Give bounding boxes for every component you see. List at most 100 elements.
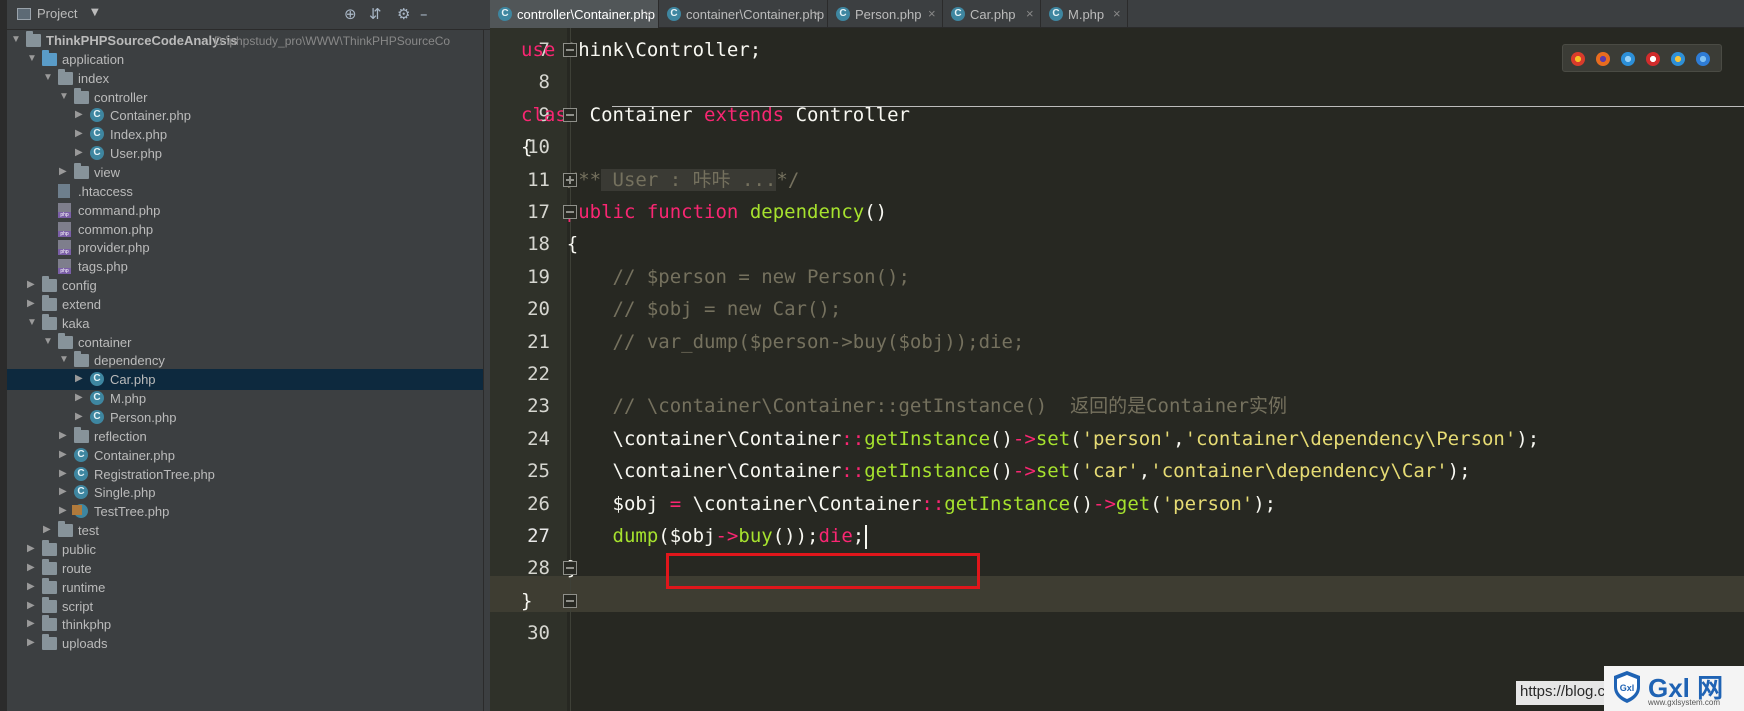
chevron-right-icon[interactable]: ▶ (59, 166, 67, 177)
chevron-right-icon[interactable]: ▶ (59, 468, 67, 479)
chevron-down-icon[interactable]: ▼ (27, 53, 37, 64)
firefox-icon[interactable] (1596, 52, 1610, 66)
tree-folder[interactable]: ▼ index (7, 68, 483, 89)
editor-tab[interactable]: C Person.php × (828, 0, 943, 28)
code-line[interactable]: $obj = \container\Container::getInstance… (521, 486, 1277, 522)
close-icon[interactable]: × (1026, 6, 1034, 21)
chevron-right-icon[interactable]: ▶ (59, 430, 67, 441)
chrome-icon[interactable] (1571, 52, 1585, 66)
tree-file[interactable]: ▶ C Index.php (7, 124, 483, 145)
close-icon[interactable]: × (813, 6, 821, 21)
safari-icon[interactable] (1621, 52, 1635, 66)
tree-folder[interactable]: ▶ reflection (7, 426, 483, 447)
folded-comment[interactable]: User : 咔咔 ... (601, 168, 777, 191)
code-line[interactable]: { (521, 226, 578, 262)
chevron-right-icon[interactable]: ▶ (27, 637, 35, 648)
collapse-all-icon[interactable]: ⇵ (369, 5, 382, 23)
code-line[interactable]: \container\Container::getInstance()->set… (521, 453, 1471, 489)
tree-folder[interactable]: ▼ dependency (7, 350, 483, 371)
chevron-right-icon[interactable]: ▶ (27, 279, 35, 290)
tree-folder[interactable]: ▶ config (7, 275, 483, 296)
code-line[interactable]: dump($obj->buy());die; (521, 518, 868, 554)
fold-collapse-icon[interactable] (563, 205, 577, 219)
editor-tab[interactable]: C Car.php × (943, 0, 1041, 28)
tree-folder[interactable]: ▼ application (7, 49, 483, 70)
chevron-right-icon[interactable]: ▶ (59, 449, 67, 460)
close-icon[interactable]: × (928, 6, 936, 21)
tree-file[interactable]: ▶ C M.php (7, 388, 483, 409)
tree-folder[interactable]: ▼ ThinkPHPSourceCodeAnalysis D:\phpstudy_p… (7, 30, 483, 51)
chevron-right-icon[interactable]: ▶ (27, 600, 35, 611)
edge-icon[interactable] (1696, 52, 1710, 66)
tree-folder[interactable]: ▶ uploads (7, 633, 483, 654)
tree-folder[interactable]: ▶ runtime (7, 577, 483, 598)
chevron-right-icon[interactable]: ▶ (75, 373, 83, 384)
code-line[interactable]: // $obj = new Car(); (521, 291, 842, 327)
tree-file[interactable]: ▶ C RegistrationTree.php (7, 464, 483, 485)
chevron-right-icon[interactable]: ▶ (27, 543, 35, 554)
chevron-right-icon[interactable]: ▶ (59, 505, 67, 516)
editor-tab[interactable]: C M.php × (1041, 0, 1128, 28)
code-line[interactable]: \container\Container::getInstance()->set… (521, 421, 1540, 457)
tree-folder[interactable]: ▶ extend (7, 294, 483, 315)
chevron-right-icon[interactable]: ▶ (75, 411, 83, 422)
tree-file[interactable]: provider.php (7, 237, 483, 258)
chevron-down-icon[interactable]: ▼ (59, 354, 69, 365)
chevron-down-icon[interactable]: ▼ (43, 336, 53, 347)
tree-folder[interactable]: ▶ public (7, 539, 483, 560)
chevron-down-icon[interactable]: ▼ (11, 34, 21, 45)
tree-folder[interactable]: ▶ test (7, 520, 483, 541)
target-icon[interactable]: ⊕ (344, 5, 357, 23)
opera-icon[interactable] (1646, 52, 1660, 66)
tree-folder[interactable]: ▼ kaka (7, 313, 483, 334)
chevron-right-icon[interactable]: ▶ (27, 581, 35, 592)
close-icon[interactable]: × (1113, 6, 1121, 21)
chevron-right-icon[interactable]: ▶ (27, 298, 35, 309)
editor-tab[interactable]: Ccontroller\Container.php × (490, 0, 659, 28)
gear-icon[interactable]: ⚙ (397, 5, 410, 23)
tree-folder[interactable]: ▼ controller (7, 87, 483, 108)
fold-expand-icon[interactable] (563, 172, 577, 187)
close-icon[interactable]: × (644, 6, 652, 21)
code-line[interactable]: // \container\Container::getInstance() 返… (521, 388, 1288, 424)
tree-file[interactable]: ▶ C Container.php (7, 105, 483, 126)
chevron-down-icon[interactable]: ▼ (91, 7, 99, 18)
editor-tab[interactable]: Ccontainer\Container.php × (659, 0, 828, 28)
code-editor[interactable]: 78910111718192021222324252627282930 use … (490, 28, 1744, 711)
tree-file[interactable]: tags.php (7, 256, 483, 277)
tree-file[interactable]: ▶ C Person.php (7, 407, 483, 428)
chevron-right-icon[interactable]: ▶ (75, 128, 83, 139)
chevron-right-icon[interactable]: ▶ (75, 109, 83, 120)
tree-file[interactable]: ▶ C Container.php (7, 445, 483, 466)
chevron-down-icon[interactable]: ▼ (59, 91, 69, 102)
tree-file[interactable]: common.php (7, 219, 483, 240)
fold-collapse-icon[interactable] (563, 107, 577, 122)
tree-file[interactable]: .htaccess (7, 181, 483, 202)
tree-file[interactable]: command.php (7, 200, 483, 221)
chevron-right-icon[interactable]: ▶ (59, 486, 67, 497)
chevron-right-icon[interactable]: ▶ (43, 524, 51, 535)
chevron-right-icon[interactable]: ▶ (75, 392, 83, 403)
code-line[interactable]: class Container extends Controller (521, 97, 910, 133)
minimize-icon[interactable]: – (420, 5, 428, 23)
tree-folder[interactable]: ▼ container (7, 332, 483, 353)
code-line[interactable]: // var_dump($person->buy($obj));die; (521, 324, 1025, 360)
chevron-right-icon[interactable]: ▶ (27, 562, 35, 573)
tree-file[interactable]: ▶ TestTree.php (7, 501, 483, 522)
ie-icon[interactable] (1671, 52, 1685, 66)
chevron-right-icon[interactable]: ▶ (27, 618, 35, 629)
tree-folder[interactable]: ▶ thinkphp (7, 614, 483, 635)
fold-collapse-icon[interactable] (563, 561, 577, 576)
tree-file[interactable]: ▶ C Car.php (7, 369, 483, 391)
tree-file[interactable]: ▶ C User.php (7, 143, 483, 164)
tree-folder[interactable]: ▶ route (7, 558, 483, 579)
fold-collapse-icon[interactable] (563, 43, 577, 57)
code-line[interactable]: // $person = new Person(); (521, 259, 910, 295)
code-line[interactable]: use think\Controller; (521, 32, 761, 68)
project-title[interactable]: Project (37, 6, 77, 21)
fold-collapse-icon[interactable] (563, 593, 577, 608)
tree-folder[interactable]: ▶ view (7, 162, 483, 183)
chevron-down-icon[interactable]: ▼ (27, 317, 37, 328)
chevron-down-icon[interactable]: ▼ (43, 72, 53, 83)
panel-divider[interactable] (483, 30, 490, 711)
